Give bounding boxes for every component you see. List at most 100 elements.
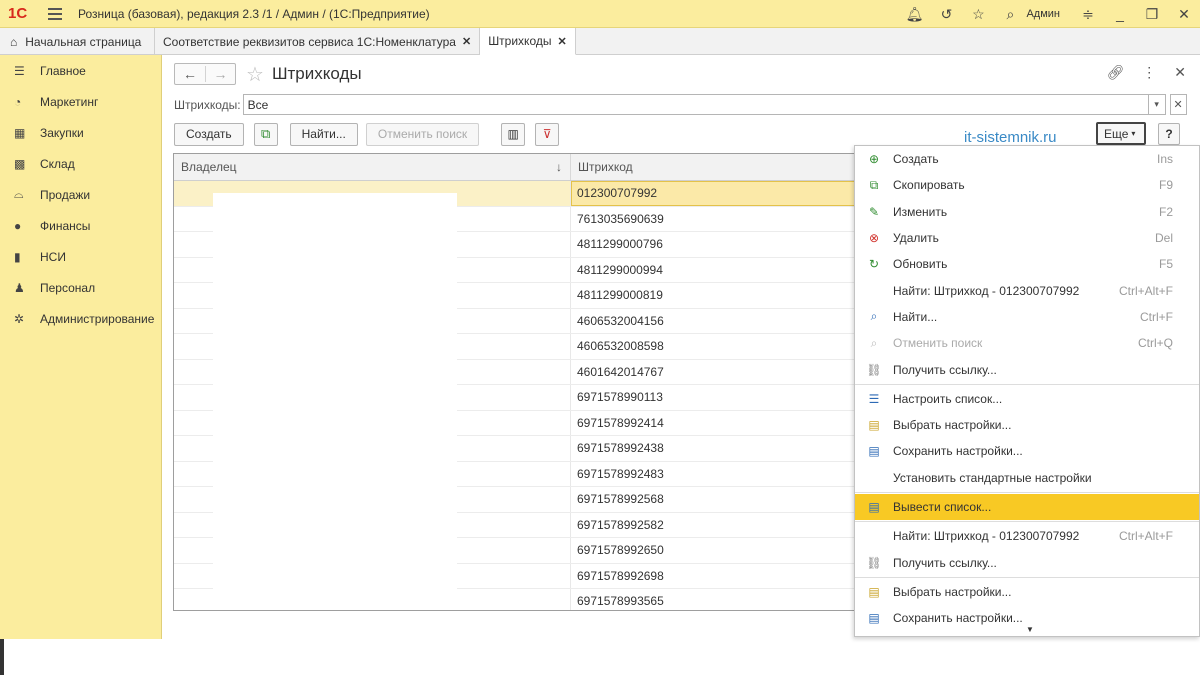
menu-item[interactable]: ⧉ Скопировать F9: [855, 172, 1199, 198]
history-icon[interactable]: ↺: [930, 6, 962, 23]
filter-input[interactable]: Все: [242, 94, 1149, 115]
barcode-cell[interactable]: 6971578992650: [571, 538, 862, 563]
sidebar-item-personnel[interactable]: ♟ Персонал: [0, 272, 161, 303]
menu-item-label: Получить ссылку...: [893, 362, 997, 377]
filter-clear-icon[interactable]: ✕: [1169, 94, 1187, 115]
search-icon[interactable]: ⌕: [994, 6, 1026, 23]
sidebar-item-finance[interactable]: ● Финансы: [0, 210, 161, 241]
window-title: Розница (базовая), редакция 2.3 /1 / Адм…: [78, 6, 430, 21]
barcode-scan-button[interactable]: ▥: [501, 122, 526, 146]
barcode-cell[interactable]: 6971578992698: [571, 564, 862, 589]
menu-item[interactable]: ✎ Изменить F2: [855, 199, 1199, 225]
menu-separator: [855, 521, 1199, 523]
barcode-cell[interactable]: 4606532004156: [571, 309, 862, 334]
barcode-cell[interactable]: 4811299000796: [571, 232, 862, 257]
menu-item[interactable]: ▤ Выбрать настройки...: [855, 579, 1199, 605]
plus-circle-icon: ⊕: [868, 152, 880, 167]
menu-item[interactable]: Найти: Штрихкод - 012300707992 Ctrl+Alt+F: [855, 523, 1199, 549]
barcode-cell[interactable]: 6971578992438: [571, 436, 862, 461]
sidebar-item-warehouse[interactable]: ▩ Склад: [0, 148, 161, 179]
barcode-cell[interactable]: 4811299000994: [571, 258, 862, 283]
close-form-icon[interactable]: ✕: [1174, 64, 1186, 81]
scroll-down-icon[interactable]: ▼: [1026, 625, 1034, 634]
barcode-cell[interactable]: 6971578992568: [571, 487, 862, 512]
barcode-cell[interactable]: 012300707992: [571, 181, 862, 206]
sidebar-item-nsi[interactable]: ▮ НСИ: [0, 241, 161, 272]
sidebar-item-marketing[interactable]: ◔ Маркетинг: [0, 86, 161, 117]
chevron-down-icon: ▾: [1131, 129, 1136, 138]
sidebar-item-label: Персонал: [40, 280, 96, 295]
pie-icon: ◔: [14, 94, 22, 109]
table-header: Владелец ↓ Штрихкод: [174, 154, 862, 181]
menu-item[interactable]: ⊕ Создать Ins: [855, 146, 1199, 172]
tab-close-icon[interactable]: ✕: [462, 35, 471, 48]
main-menu-icon[interactable]: [48, 5, 62, 23]
copy-icon: ⧉: [260, 126, 271, 141]
menu-item[interactable]: ▤ Вывести список...: [855, 493, 1199, 521]
title-bar: 1С Розница (базовая), редакция 2.3 /1 / …: [0, 0, 1200, 28]
barcode-cell[interactable]: 6971578992483: [571, 462, 862, 487]
sidebar-item-label: Продажи: [40, 187, 91, 202]
copy-button[interactable]: ⧉: [253, 122, 278, 146]
tab-barcodes[interactable]: Штрихкоды ✕: [480, 28, 576, 55]
menu-item-shortcut: Ctrl+Q: [1137, 336, 1173, 351]
app-logo: 1С: [8, 5, 28, 22]
tab-nomenclature-mapping[interactable]: Соответствие реквизитов сервиса 1С:Номен…: [155, 28, 481, 55]
menu-item-label: Создать: [893, 152, 939, 167]
create-button[interactable]: Создать: [174, 122, 244, 146]
menu-item[interactable]: Найти: Штрихкод - 012300707992 Ctrl+Alt+F: [855, 277, 1199, 303]
sidebar-item-administration[interactable]: ✲ Администрирование: [0, 303, 161, 334]
tab-bar: ⌂ Начальная страница Соответствие реквиз…: [0, 28, 1200, 55]
menu-item-label: Найти: Штрихкод - 012300707992: [893, 529, 1080, 544]
menu-item[interactable]: ⛓ Получить ссылку...: [855, 549, 1199, 575]
column-owner[interactable]: Владелец ↓: [174, 154, 571, 180]
menu-item[interactable]: ⊗ Удалить Del: [855, 225, 1199, 251]
forward-arrow-icon[interactable]: →: [205, 66, 235, 82]
menu-separator: [855, 576, 1199, 578]
filter-reset-button[interactable]: ⊽: [535, 122, 560, 146]
barcode-cell[interactable]: 6971578990113: [571, 385, 862, 410]
barcode-cell[interactable]: 6971578992414: [571, 411, 862, 436]
close-icon[interactable]: ✕: [1168, 6, 1200, 23]
sidebar-item-main[interactable]: ☰ Главное: [0, 55, 161, 86]
find-button[interactable]: Найти...: [289, 122, 358, 146]
favorites-star-icon[interactable]: ☆: [962, 6, 994, 23]
barcode-cell[interactable]: 4601642014767: [571, 360, 862, 385]
menu-item[interactable]: ▤ Выбрать настройки...: [855, 412, 1199, 438]
restore-icon[interactable]: ❐: [1136, 6, 1168, 23]
menu-item[interactable]: ↻ Обновить F5: [855, 251, 1199, 277]
more-button[interactable]: Еще ▾: [1096, 122, 1146, 145]
basket-icon: ⌓: [14, 187, 24, 201]
minimize-icon[interactable]: _: [1104, 6, 1136, 22]
menu-item-label: Настроить список...: [893, 391, 1003, 406]
barcode-cell[interactable]: 4811299000819: [571, 283, 862, 308]
barcode-cell[interactable]: 6971578992582: [571, 513, 862, 538]
favorite-star-icon[interactable]: ☆: [246, 62, 264, 87]
barcode-cell[interactable]: 4606532008598: [571, 334, 862, 359]
menu-item[interactable]: ▤ Сохранить настройки...: [855, 438, 1199, 464]
help-button[interactable]: ?: [1158, 123, 1180, 145]
link-icon[interactable]: 🔗︎: [1106, 64, 1124, 81]
kebab-menu-icon[interactable]: ⋮: [1142, 64, 1156, 81]
column-barcode[interactable]: Штрихкод: [571, 154, 862, 180]
sidebar-item-purchases[interactable]: ▦ Закупки: [0, 117, 161, 148]
tab-label: Штрихкоды: [488, 34, 552, 48]
menu-item[interactable]: ⌕ Найти... Ctrl+F: [855, 304, 1199, 330]
back-arrow-icon[interactable]: ←: [175, 66, 205, 82]
menu-item[interactable]: Установить стандартные настройки: [855, 465, 1199, 491]
menu-item[interactable]: ⛓ Получить ссылку...: [855, 356, 1199, 382]
cancel-search-button[interactable]: Отменить поиск: [365, 122, 480, 146]
menu-item[interactable]: ☰ Настроить список...: [855, 386, 1199, 412]
filter-dropdown-icon[interactable]: ▾: [1148, 94, 1166, 115]
sidebar-item-sales[interactable]: ⌓ Продажи: [0, 179, 161, 210]
person-icon: ♟: [14, 280, 25, 295]
settings-menu-icon[interactable]: ≑: [1072, 6, 1104, 23]
bell-icon[interactable]: 🔔︎: [898, 6, 930, 23]
menu-item[interactable]: ⌕ Отменить поиск Ctrl+Q: [855, 330, 1199, 356]
tab-home[interactable]: ⌂ Начальная страница: [0, 28, 155, 55]
tab-close-icon[interactable]: ✕: [557, 35, 566, 48]
barcode-cell[interactable]: 6971578993565: [571, 589, 862, 610]
user-name[interactable]: Админ: [1026, 8, 1060, 20]
barcode-cell[interactable]: 7613035690639: [571, 207, 862, 232]
menu-item-label: Установить стандартные настройки: [893, 470, 1092, 485]
